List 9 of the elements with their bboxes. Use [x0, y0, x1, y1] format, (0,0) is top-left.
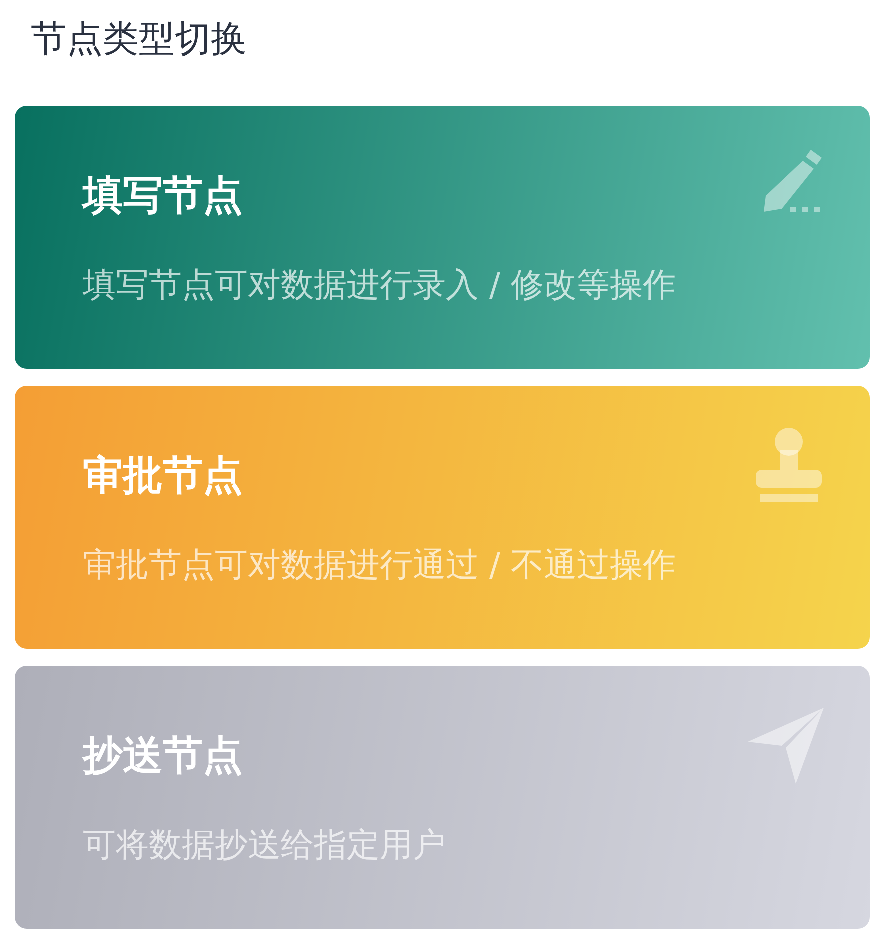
card-description: 审批节点可对数据进行通过 / 不通过操作: [83, 544, 676, 586]
page-title: 节点类型切换: [31, 18, 248, 62]
paper-plane-icon: [746, 706, 826, 786]
card-title: 审批节点: [83, 452, 243, 501]
node-type-card[interactable]: 填写节点 填写节点可对数据进行录入 / 修改等操作: [15, 106, 870, 369]
node-type-card[interactable]: 审批节点 审批节点可对数据进行通过 / 不通过操作: [15, 386, 870, 649]
card-title: 填写节点: [83, 172, 243, 221]
card-description: 填写节点可对数据进行录入 / 修改等操作: [83, 264, 676, 306]
card-title: 抄送节点: [83, 732, 243, 781]
